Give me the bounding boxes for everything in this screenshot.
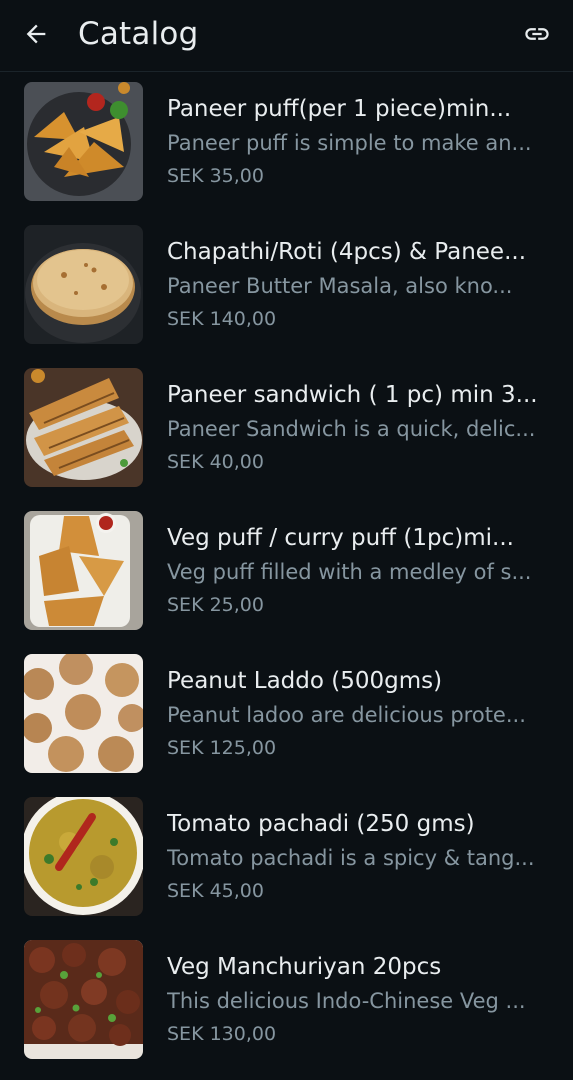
paneer-sandwich-photo <box>24 368 143 487</box>
product-price: SEK 125,00 <box>167 737 277 759</box>
product-thumbnail <box>24 654 143 773</box>
product-thumbnail <box>24 797 143 916</box>
product-description: Paneer puff is simple to make an... <box>167 131 532 155</box>
list-item[interactable]: Tomato pachadi (250 gms) Tomato pachadi … <box>0 787 573 930</box>
product-thumbnail <box>24 225 143 344</box>
product-thumbnail <box>24 368 143 487</box>
product-name: Peanut Laddo (500gms) <box>167 668 443 694</box>
link-icon <box>525 28 549 40</box>
app-bar: Catalog <box>0 0 573 72</box>
product-name: Paneer sandwich ( 1 pc) min 3... <box>167 382 538 408</box>
list-item[interactable]: Chapathi/Roti (4pcs) & Panee... Paneer B… <box>0 215 573 358</box>
product-description: Peanut ladoo are delicious prote... <box>167 703 526 727</box>
veg-manchuriyan-photo <box>24 940 143 1059</box>
catalog-list: Paneer puff(per 1 piece)min... Paneer pu… <box>0 72 573 1073</box>
product-price: SEK 45,00 <box>167 880 264 902</box>
back-button[interactable] <box>14 14 58 54</box>
product-name: Paneer puff(per 1 piece)min... <box>167 96 512 122</box>
product-name: Chapathi/Roti (4pcs) & Panee... <box>167 239 527 265</box>
product-thumbnail <box>24 82 143 201</box>
product-price: SEK 40,00 <box>167 451 264 473</box>
list-item[interactable]: Paneer sandwich ( 1 pc) min 3... Paneer … <box>0 358 573 501</box>
product-name: Veg puff / curry puff (1pc)mi... <box>167 525 514 551</box>
list-item[interactable]: Peanut Laddo (500gms) Peanut ladoo are d… <box>0 644 573 787</box>
list-item[interactable]: Paneer puff(per 1 piece)min... Paneer pu… <box>0 72 573 215</box>
page-title: Catalog <box>78 16 199 52</box>
paneer-puff-photo <box>24 82 143 201</box>
product-description: Veg puff filled with a medley of s... <box>167 560 532 584</box>
product-price: SEK 130,00 <box>167 1023 277 1045</box>
product-description: Tomato pachadi is a spicy & tang... <box>167 846 535 870</box>
tomato-pachadi-photo <box>24 797 143 916</box>
arrow-left-icon <box>26 24 46 44</box>
product-thumbnail <box>24 940 143 1059</box>
product-description: This delicious Indo-Chinese Veg ... <box>167 989 526 1013</box>
product-thumbnail <box>24 511 143 630</box>
product-price: SEK 140,00 <box>167 308 277 330</box>
product-price: SEK 35,00 <box>167 165 264 187</box>
product-name: Tomato pachadi (250 gms) <box>167 811 475 837</box>
product-price: SEK 25,00 <box>167 594 264 616</box>
share-link-button[interactable] <box>515 14 559 54</box>
list-item[interactable]: Veg Manchuriyan 20pcs This delicious Ind… <box>0 930 573 1073</box>
peanut-laddo-photo <box>24 654 143 773</box>
product-description: Paneer Sandwich is a quick, delic... <box>167 417 536 441</box>
chapathi-roti-photo <box>24 225 143 344</box>
veg-puff-photo <box>24 511 143 630</box>
list-item[interactable]: Veg puff / curry puff (1pc)mi... Veg puf… <box>0 501 573 644</box>
product-description: Paneer Butter Masala, also kno... <box>167 274 513 298</box>
product-name: Veg Manchuriyan 20pcs <box>167 954 442 980</box>
